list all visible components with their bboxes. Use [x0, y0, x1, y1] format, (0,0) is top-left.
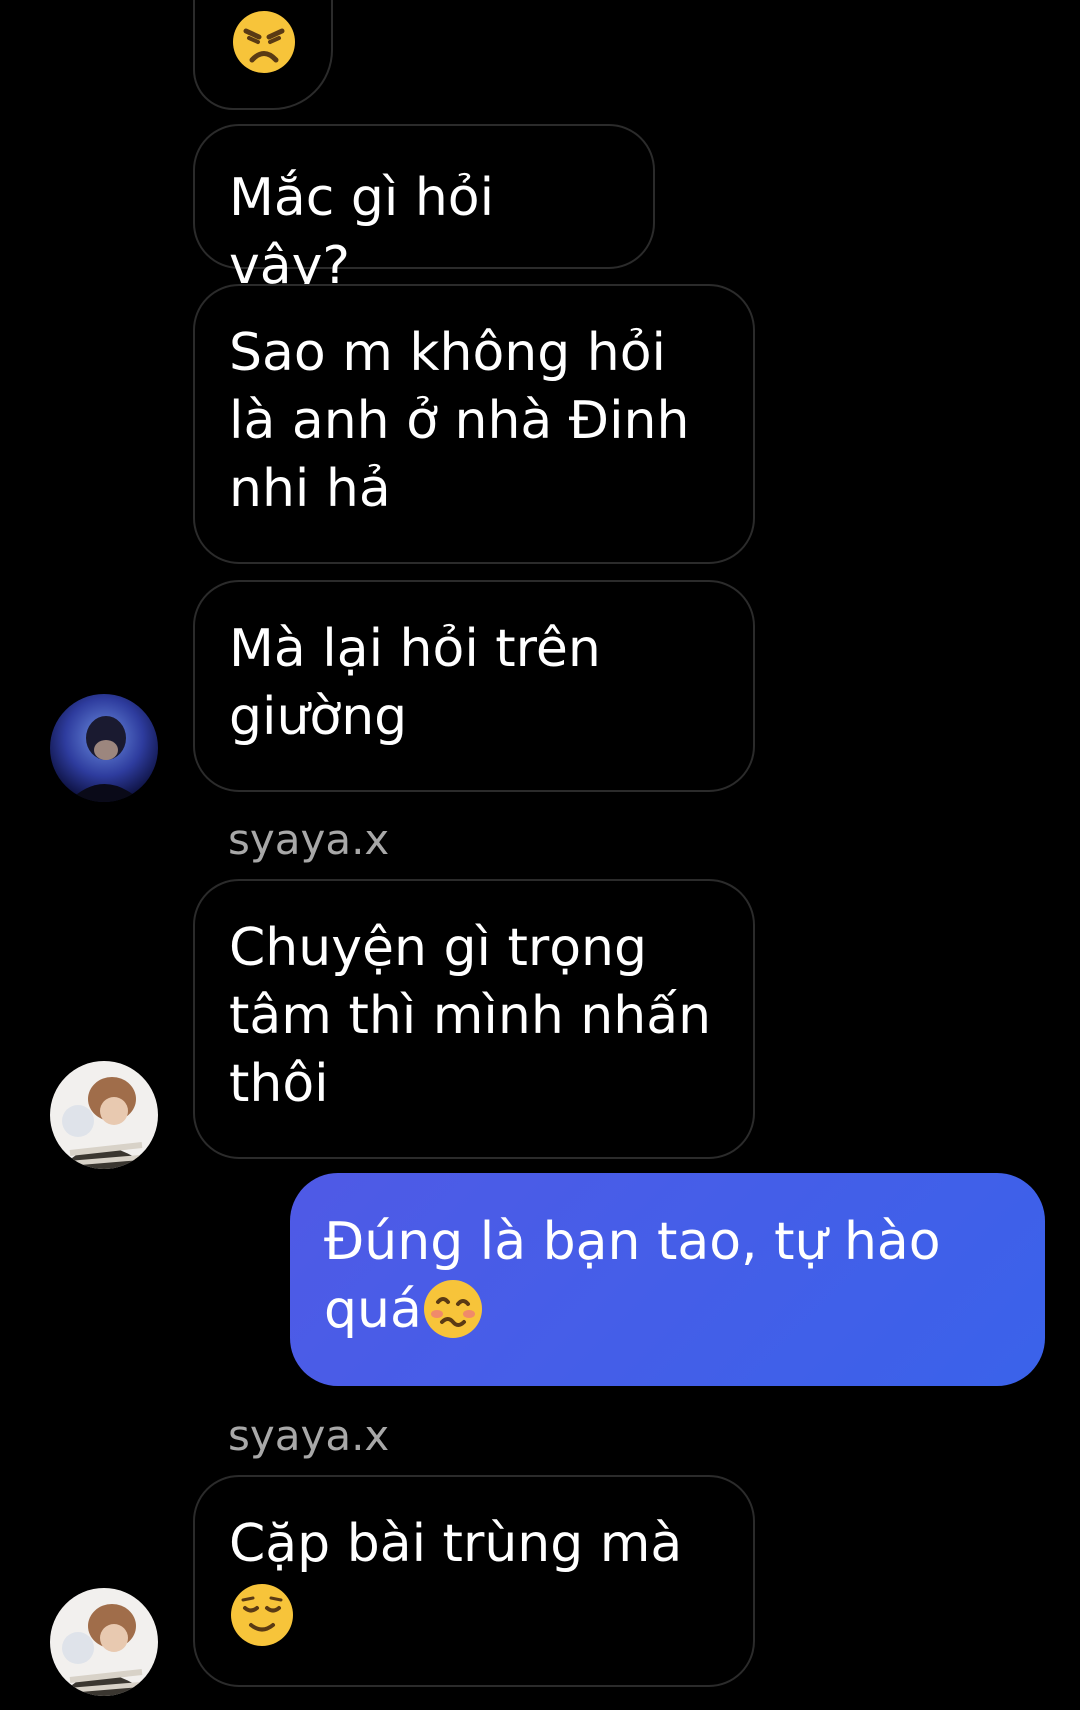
message-bubble[interactable]: Mà lại hỏi trên giường [193, 580, 755, 792]
persevering-face-emoji [233, 11, 295, 73]
message-text: Cặp bài trùng mà [229, 1510, 719, 1648]
my-message-bubble[interactable]: Đúng là bạn tao, tự hào quá [290, 1173, 1045, 1386]
relieved-face-emoji [231, 1584, 293, 1646]
avatar[interactable] [50, 1061, 158, 1169]
avatar[interactable] [50, 694, 158, 802]
message-bubble[interactable]: Cặp bài trùng mà [193, 1475, 755, 1687]
message-text: Chuyện gì trọng tâm thì mình nhấn thôi [229, 918, 712, 1114]
woozy-face-emoji [423, 1280, 482, 1338]
message-bubble[interactable]: Mắc gì hỏi vậy? [193, 124, 655, 296]
message-bubble[interactable]: Sao m không hỏi là anh ở nhà Đinh nhi hả [193, 284, 755, 564]
sender-name: syaya.x [228, 815, 390, 864]
message-text: Mắc gì hỏi vậy? [229, 168, 495, 296]
message-text: Mà lại hỏi trên giường [229, 619, 601, 747]
message-text: Đúng là bạn tao, tự hào quá [324, 1212, 941, 1340]
sender-name: syaya.x [228, 1411, 390, 1460]
message-text: Sao m không hỏi là anh ở nhà Đinh nhi hả [229, 323, 690, 519]
message-bubble-emoji[interactable] [193, 0, 333, 110]
avatar[interactable] [50, 1588, 158, 1696]
message-bubble[interactable]: Chuyện gì trọng tâm thì mình nhấn thôi [193, 879, 755, 1159]
